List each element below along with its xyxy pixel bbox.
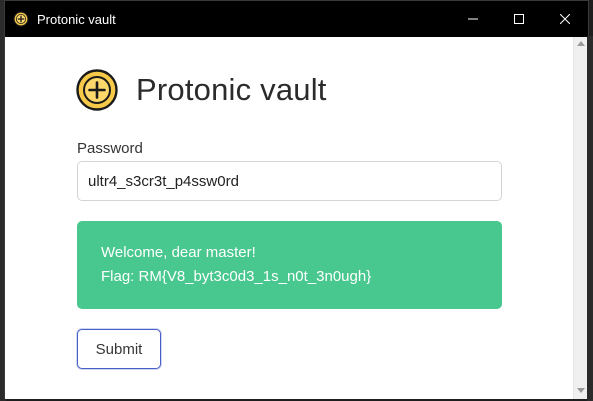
plus-coin-icon — [76, 69, 118, 111]
plus-coin-icon — [13, 11, 29, 27]
password-label: Password — [77, 140, 143, 157]
title-bar[interactable]: Protonic vault — [5, 1, 588, 37]
main-content: Protonic vault Password ultr4_s3cr3t_p4s… — [5, 37, 575, 399]
maximize-icon — [514, 14, 524, 24]
minimize-icon — [468, 18, 478, 20]
window-controls — [450, 1, 588, 37]
app-window: Protonic vault Protonic vault Password u… — [4, 0, 589, 399]
success-notification: Welcome, dear master! Flag: RM{V8_byt3c0… — [77, 221, 502, 309]
flag-message: Flag: RM{V8_byt3c0d3_1s_n0t_3n0ugh} — [101, 268, 372, 285]
password-field[interactable]: ultr4_s3cr3t_p4ssw0rd — [77, 161, 502, 201]
close-icon — [560, 14, 570, 24]
vertical-scrollbar[interactable] — [573, 37, 588, 399]
scroll-down-icon[interactable] — [577, 388, 585, 393]
desktop-background-right — [587, 36, 593, 401]
scroll-up-icon[interactable] — [577, 41, 585, 46]
submit-button[interactable]: Submit — [77, 329, 161, 369]
app-header: Protonic vault — [76, 69, 327, 111]
password-value: ultr4_s3cr3t_p4ssw0rd — [88, 172, 239, 190]
minimize-button[interactable] — [450, 1, 496, 37]
welcome-message: Welcome, dear master! — [101, 244, 256, 261]
maximize-button[interactable] — [496, 1, 542, 37]
close-button[interactable] — [542, 1, 588, 37]
window-title: Protonic vault — [37, 11, 116, 27]
page-title: Protonic vault — [136, 72, 327, 107]
